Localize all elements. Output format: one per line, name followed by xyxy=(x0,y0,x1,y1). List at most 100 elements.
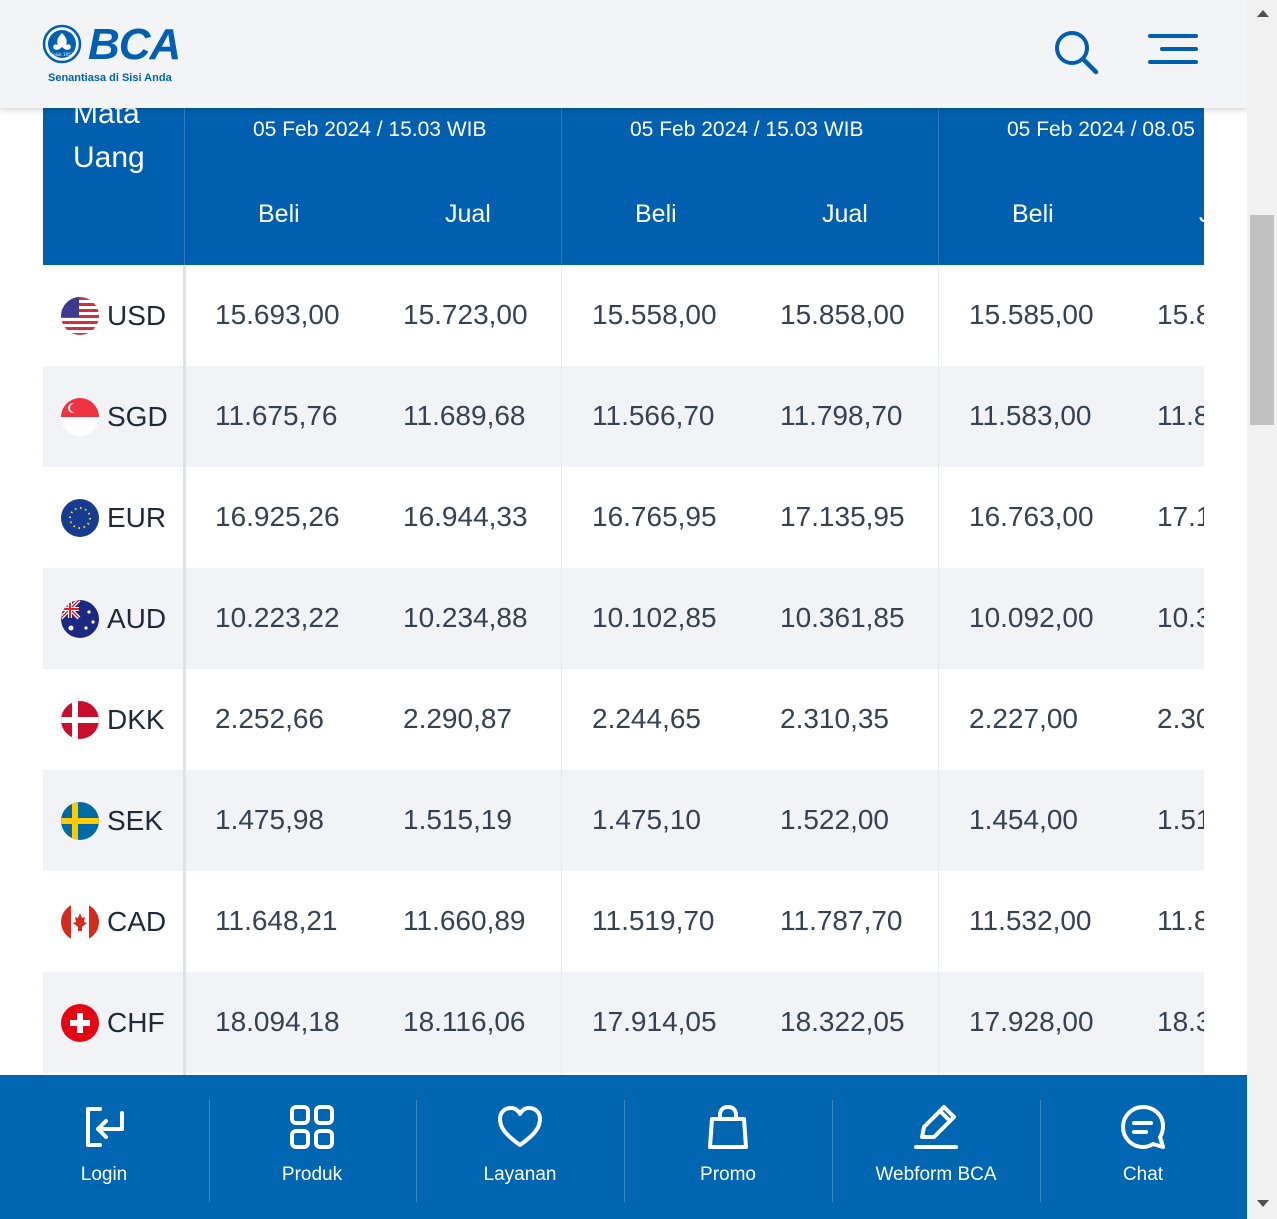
scroll-down-arrow-icon[interactable] xyxy=(1257,1200,1269,1207)
currency-column-separator xyxy=(183,265,186,1075)
nav-label: Produk xyxy=(281,1164,343,1185)
nav-promo[interactable]: Promo xyxy=(624,1075,832,1219)
nav-layanan[interactable]: Layanan xyxy=(416,1075,624,1219)
rate-value: 11.660,89 xyxy=(403,905,526,936)
rate-value: 17.928,00 xyxy=(969,1006,1094,1037)
rate-value: 10.102,85 xyxy=(592,602,717,633)
currency-cell: CAD xyxy=(61,903,166,941)
rate-value: 16.765,95 xyxy=(592,501,717,532)
header-divider xyxy=(184,108,185,265)
currency-code: CAD xyxy=(107,906,167,937)
brand-tagline: Senantiasa di Sisi Anda xyxy=(48,72,172,84)
rate-value: 15.585,00 xyxy=(969,299,1094,330)
sell-header-3: J xyxy=(1199,200,1204,229)
rate-value: 2.227,00 xyxy=(969,703,1078,734)
rate-value: 18.094,18 xyxy=(215,1006,340,1037)
rate-value: 10.092,00 xyxy=(969,602,1094,633)
rate-value: 2.244,65 xyxy=(592,703,701,734)
nav-label: Promo xyxy=(700,1164,756,1185)
nav-produk[interactable]: Produk xyxy=(208,1075,416,1219)
rate-value: 2.252,66 xyxy=(215,703,324,734)
rate-value: 15.8 xyxy=(1157,299,1204,330)
currency-code: SEK xyxy=(107,805,164,836)
scroll-up-arrow-icon[interactable] xyxy=(1257,10,1269,17)
rate-value: 10.361,85 xyxy=(780,602,905,633)
rate-value: 1.51 xyxy=(1157,804,1204,835)
nav-label: Layanan xyxy=(483,1164,557,1185)
rate-value: 17.1 xyxy=(1157,501,1204,532)
rate-value: 18.3 xyxy=(1157,1006,1204,1037)
rate-value: 11.583,00 xyxy=(969,400,1092,431)
table-row: USD 15.693,00 15.723,00 15.558,00 15.858… xyxy=(43,265,1204,366)
rate-value: 1.475,10 xyxy=(592,804,701,835)
group-date-2: 05 Feb 2024 / 15.03 WIB xyxy=(630,118,864,141)
rate-value: 11.8 xyxy=(1157,905,1204,936)
nav-webform[interactable]: Webform BCA xyxy=(832,1075,1040,1219)
currency-code: EUR xyxy=(107,502,167,533)
currency-code: AUD xyxy=(107,603,167,634)
rate-value: 15.558,00 xyxy=(592,299,717,330)
scroll-thumb[interactable] xyxy=(1250,215,1274,425)
rate-value: 16.944,33 xyxy=(403,501,528,532)
svg-text:Sejak 1957: Sejak 1957 xyxy=(51,52,74,57)
currency-cell: CHF xyxy=(61,1004,165,1042)
rate-value: 11.798,70 xyxy=(780,400,903,431)
group-date-1: 05 Feb 2024 / 15.03 WIB xyxy=(253,118,487,141)
site-header: Sejak 1957 BCA Senantiasa di Sisi Anda xyxy=(0,0,1247,108)
rate-value: 11.8 xyxy=(1157,400,1204,431)
table-row: CHF 18.094,18 18.116,06 17.914,05 18.322… xyxy=(43,972,1204,1073)
buy-header-3: Beli xyxy=(1012,200,1054,228)
currency-cell: USD xyxy=(61,297,166,335)
currency-code: DKK xyxy=(107,704,165,735)
grid-icon xyxy=(290,1105,334,1149)
bca-logo[interactable]: Sejak 1957 BCA Senantiasa di Sisi Anda xyxy=(40,20,181,88)
currency-cell: DKK xyxy=(61,701,165,739)
nav-login[interactable]: Login xyxy=(0,1075,208,1219)
rate-value: 17.914,05 xyxy=(592,1006,717,1037)
currency-cell: SGD xyxy=(61,398,168,436)
table-row: SGD 11.675,76 11.689,68 11.566,70 11.798… xyxy=(43,366,1204,467)
us-flag-icon xyxy=(61,297,99,335)
login-icon xyxy=(86,1107,124,1147)
currency-code: SGD xyxy=(107,401,168,432)
rate-value: 10.3 xyxy=(1157,602,1204,633)
eu-flag-icon xyxy=(61,499,99,537)
rate-value: 11.787,70 xyxy=(780,905,903,936)
currency-cell: EUR xyxy=(61,499,166,537)
rate-value: 1.515,19 xyxy=(403,804,512,835)
rate-value: 15.723,00 xyxy=(403,299,528,330)
ca-flag-icon xyxy=(61,903,99,941)
sell-header-1: Jual xyxy=(445,200,491,228)
rate-value: 18.322,05 xyxy=(780,1006,905,1037)
table-row: EUR 16.925,26 16.944,33 16.765,95 17.135… xyxy=(43,467,1204,568)
menu-icon[interactable] xyxy=(1146,32,1198,68)
page-scrollbar[interactable] xyxy=(1247,0,1277,1219)
table-row: AUD 10.223,22 10.234,88 10.102,85 10.361… xyxy=(43,568,1204,669)
header-divider xyxy=(938,108,939,265)
rate-value: 11.532,00 xyxy=(969,905,1092,936)
ch-flag-icon xyxy=(61,1004,99,1042)
pen-icon xyxy=(914,1105,958,1149)
currency-cell: AUD xyxy=(61,600,166,638)
se-flag-icon xyxy=(61,802,99,840)
buy-header-2: Beli xyxy=(635,200,677,228)
rate-value: 11.519,70 xyxy=(592,905,715,936)
rate-value: 1.454,00 xyxy=(969,804,1078,835)
shopping-bag-icon xyxy=(708,1105,748,1149)
rate-value: 1.522,00 xyxy=(780,804,889,835)
group-divider xyxy=(561,265,562,1075)
currency-cell: SEK xyxy=(61,802,163,840)
rate-value: 11.689,68 xyxy=(403,400,526,431)
chat-icon xyxy=(1121,1105,1165,1149)
rate-value: 2.290,87 xyxy=(403,703,512,734)
heart-icon xyxy=(498,1106,542,1147)
search-icon[interactable] xyxy=(1052,28,1100,76)
sg-flag-icon xyxy=(61,398,99,436)
nav-chat[interactable]: Chat xyxy=(1039,1075,1247,1219)
exchange-rate-table[interactable]: Mata Uang 05 Feb 2024 / 15.03 WIB 05 Feb… xyxy=(43,0,1204,1075)
bottom-navigation: Login Produk Layanan Promo Webform BCA C… xyxy=(0,1075,1247,1219)
table-row: CAD 11.648,21 11.660,89 11.519,70 11.787… xyxy=(43,871,1204,972)
rate-value: 15.858,00 xyxy=(780,299,905,330)
rate-value: 2.310,35 xyxy=(780,703,889,734)
rate-value: 11.648,21 xyxy=(215,905,338,936)
